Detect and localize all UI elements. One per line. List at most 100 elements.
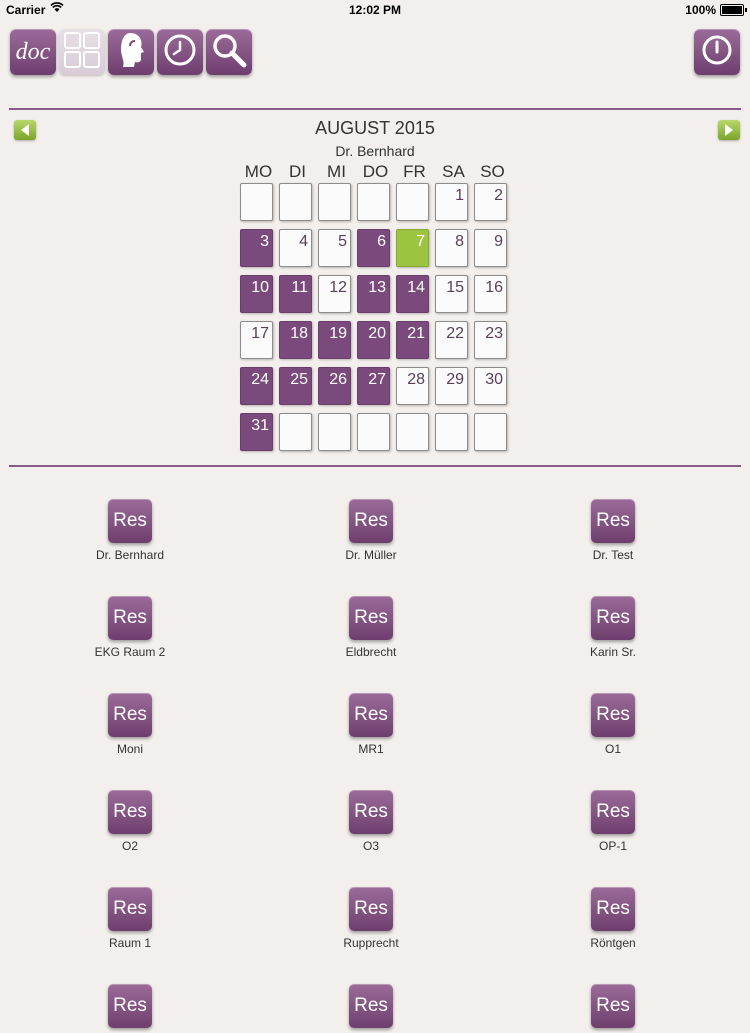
calendar-day[interactable]: 22 [435,321,468,359]
resource-label: Röntgen [590,936,636,950]
calendar-day[interactable]: 24 [240,367,273,405]
resource-button[interactable]: Res [108,790,152,834]
resource-button[interactable]: Res [349,693,393,737]
resource-item[interactable]: Res Dr. Bernhard [50,499,210,562]
resource-item[interactable]: Res Dr. Test [533,499,693,562]
resource-item[interactable]: Res Röntgen [533,887,693,950]
resource-item[interactable]: Res [533,984,693,1033]
resource-button[interactable]: Res [349,790,393,834]
resource-item[interactable]: Res [291,984,451,1033]
resource-label: O2 [121,839,138,853]
resource-button[interactable]: Res [591,693,635,737]
clock-button[interactable] [157,29,203,75]
calendar-day[interactable]: 9 [474,229,507,267]
calendar-day[interactable]: 4 [279,229,312,267]
weekday-header: MO DI MI DO FR SA SO [239,162,514,182]
calendar-day[interactable]: 31 [240,413,273,451]
resource-button[interactable]: Res [349,596,393,640]
resource-button[interactable]: Res [591,499,635,543]
resource-button[interactable]: Res [108,499,152,543]
calendar-day[interactable]: 14 [396,275,429,313]
calendar-day[interactable]: 29 [435,367,468,405]
resource-item[interactable]: Res O1 [533,693,693,756]
calendar-day[interactable]: 13 [357,275,390,313]
top-divider [9,108,741,110]
calendar-day[interactable]: 5 [318,229,351,267]
weekday-label: DO [362,162,389,181]
calendar-empty-cell [435,413,468,451]
resource-button[interactable]: Res [108,693,152,737]
calendar-day[interactable]: 20 [357,321,390,359]
resource-item[interactable]: Res Eldbrecht [291,596,451,659]
calendar-day[interactable]: 18 [279,321,312,359]
resource-label: OP-1 [598,839,627,853]
power-icon [700,33,734,72]
resource-button[interactable]: Res [591,984,635,1028]
resource-item[interactable]: Res O3 [291,790,451,853]
calendar-empty-cell [357,183,390,221]
calendar-doctor-name: Dr. Bernhard [335,143,415,159]
calendar-day[interactable]: 30 [474,367,507,405]
resource-button[interactable]: Res [108,596,152,640]
calendar-day[interactable]: 7 [396,229,429,267]
resource-item[interactable]: Res Rupprecht [291,887,451,950]
calendar-day[interactable]: 8 [435,229,468,267]
resource-label: Dr. Bernhard [95,548,165,562]
resource-item[interactable]: Res Karin Sr. [533,596,693,659]
calendar-day[interactable]: 6 [357,229,390,267]
resource-item[interactable]: Res MR1 [291,693,451,756]
calendar-day[interactable]: 27 [357,367,390,405]
calendar-day[interactable]: 1 [435,183,468,221]
resource-button[interactable]: Res [591,887,635,931]
resource-button[interactable]: Res [108,887,152,931]
calendar-day[interactable]: 16 [474,275,507,313]
calendar-day[interactable]: 15 [435,275,468,313]
resource-item[interactable]: Res EKG Raum 2 [50,596,210,659]
calendar-empty-cell [318,413,351,451]
resource-label: Moni [116,742,143,756]
weekday-label: FR [403,162,426,181]
calendar-day[interactable]: 12 [318,275,351,313]
resource-label: Raum 1 [108,936,152,950]
resource-button[interactable]: Res [349,887,393,931]
calendar-empty-cell [474,413,507,451]
resource-button[interactable]: Res [349,499,393,543]
calendar-day[interactable]: 3 [240,229,273,267]
resource-label: Dr. Müller [345,548,397,562]
doc-home-button[interactable]: doc [10,29,56,75]
calendar-empty-cell [357,413,390,451]
search-icon [210,31,248,74]
resource-label: O3 [362,839,379,853]
calendar-day[interactable]: 25 [279,367,312,405]
calendar-day[interactable]: 21 [396,321,429,359]
calendar-day[interactable]: 11 [279,275,312,313]
resource-item[interactable]: Res [50,984,210,1033]
resource-item[interactable]: Res O2 [50,790,210,853]
calendar-day[interactable]: 2 [474,183,507,221]
calendar-day[interactable]: 19 [318,321,351,359]
resource-item[interactable]: Res Raum 1 [50,887,210,950]
calendar-day[interactable]: 28 [396,367,429,405]
resource-button[interactable]: Res [349,984,393,1028]
calendar-day[interactable]: 23 [474,321,507,359]
calendar-day[interactable]: 10 [240,275,273,313]
resource-button[interactable]: Res [108,984,152,1028]
grid-icon [62,30,102,75]
clock-icon [162,32,198,73]
resource-button[interactable]: Res [591,596,635,640]
weekday-label: SO [480,162,505,181]
calendar-day[interactable]: 17 [240,321,273,359]
resource-item[interactable]: Res OP-1 [533,790,693,853]
search-button[interactable] [206,29,252,75]
power-button[interactable] [694,29,740,75]
resource-item[interactable]: Res Moni [50,693,210,756]
resource-button[interactable]: Res [591,790,635,834]
weekday-label: MI [327,162,346,181]
grid-view-button[interactable] [59,29,105,75]
calendar-day[interactable]: 26 [318,367,351,405]
patient-profile-button[interactable] [108,29,154,75]
calendar-month-title: AUGUST 2015 [315,118,435,138]
calendar-empty-cell [318,183,351,221]
resource-label: EKG Raum 2 [94,645,166,659]
resource-item[interactable]: Res Dr. Müller [291,499,451,562]
